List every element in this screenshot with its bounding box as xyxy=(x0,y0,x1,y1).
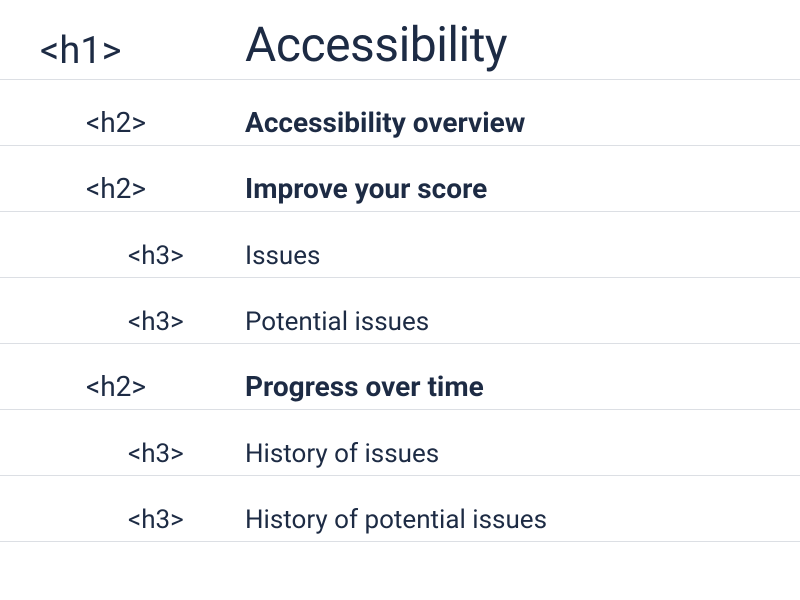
tag-column: <h3> xyxy=(0,505,245,541)
heading-text: Potential issues xyxy=(245,307,429,337)
heading-text: Accessibility xyxy=(245,16,507,73)
heading-row: <h3> History of potential issues xyxy=(0,476,800,542)
text-column: Accessibility overview xyxy=(245,106,800,145)
heading-row: <h3> Issues xyxy=(0,212,800,278)
heading-row: <h3> History of issues xyxy=(0,410,800,476)
tag-column: <h2> xyxy=(0,172,245,211)
heading-text: History of issues xyxy=(245,439,439,469)
heading-row: <h2> Accessibility overview xyxy=(0,80,800,146)
heading-tag-label: <h2> xyxy=(86,370,146,403)
heading-tag-label: <h3> xyxy=(128,505,184,535)
text-column: Accessibility xyxy=(245,16,800,79)
heading-text: Accessibility overview xyxy=(245,106,525,139)
tag-column: <h3> xyxy=(0,307,245,343)
tag-column: <h3> xyxy=(0,241,245,277)
text-column: Issues xyxy=(245,241,800,277)
heading-tag-label: <h3> xyxy=(128,307,184,337)
heading-tag-label: <h1> xyxy=(40,29,121,73)
tag-column: <h1> xyxy=(0,29,245,79)
heading-tag-label: <h2> xyxy=(86,106,146,139)
heading-tag-label: <h2> xyxy=(86,172,146,205)
text-column: Progress over time xyxy=(245,370,800,409)
heading-row: <h2> Progress over time xyxy=(0,344,800,410)
heading-outline: <h1> Accessibility <h2> Accessibility ov… xyxy=(0,0,800,542)
text-column: History of potential issues xyxy=(245,505,800,541)
text-column: Improve your score xyxy=(245,172,800,211)
heading-row: <h2> Improve your score xyxy=(0,146,800,212)
heading-tag-label: <h3> xyxy=(128,241,184,271)
heading-text: Issues xyxy=(245,241,320,271)
heading-row: <h3> Potential issues xyxy=(0,278,800,344)
heading-tag-label: <h3> xyxy=(128,439,184,469)
tag-column: <h3> xyxy=(0,439,245,475)
text-column: History of issues xyxy=(245,439,800,475)
tag-column: <h2> xyxy=(0,370,245,409)
heading-text: History of potential issues xyxy=(245,505,547,535)
heading-text: Progress over time xyxy=(245,370,484,403)
tag-column: <h2> xyxy=(0,106,245,145)
heading-row: <h1> Accessibility xyxy=(0,10,800,80)
text-column: Potential issues xyxy=(245,307,800,343)
heading-text: Improve your score xyxy=(245,172,487,205)
